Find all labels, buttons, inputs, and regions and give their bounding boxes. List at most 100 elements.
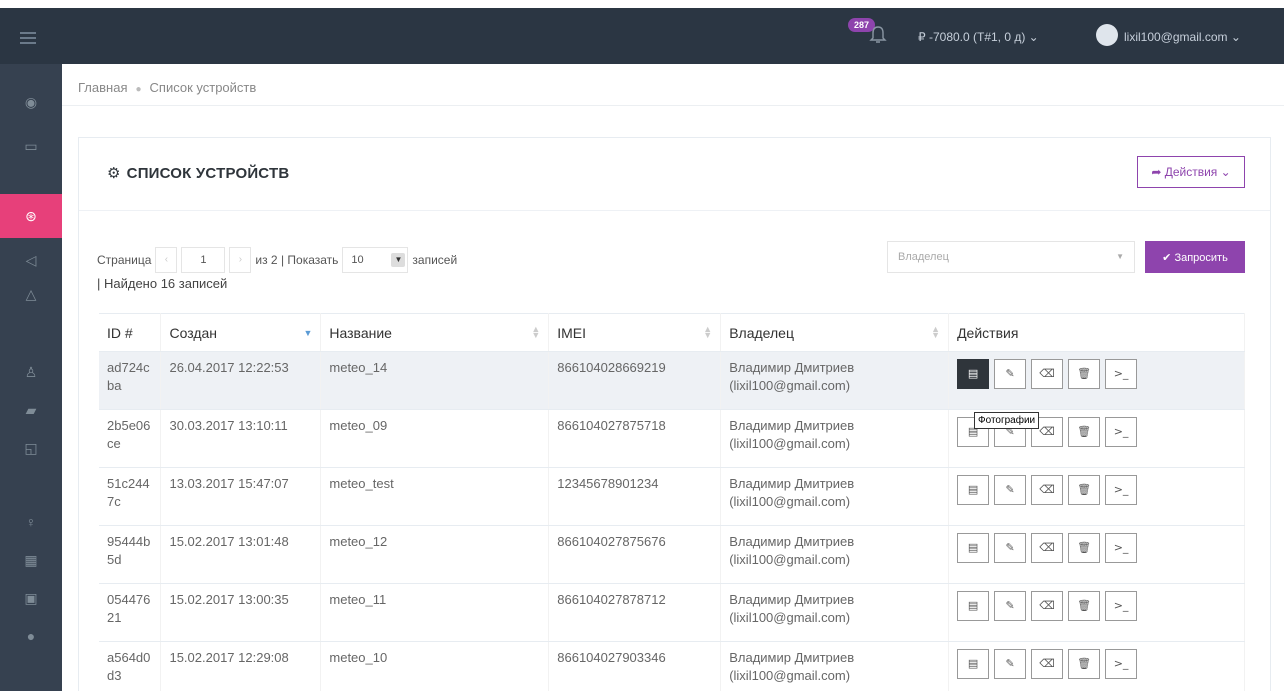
table-row[interactable]: 2b5e06ce 30.03.2017 13:10:11 meteo_09 86…	[99, 409, 1245, 468]
cell-owner: Владимир Дмитриев (lixil100@gmail.com)	[720, 583, 950, 642]
cell-created: 15.02.2017 13:01:48	[160, 525, 322, 584]
delete-button[interactable]: 🗑	[1068, 417, 1101, 447]
console-button[interactable]: >_	[1105, 417, 1138, 447]
pagination: Страница ‹ 1 › из 2 | Показать 10 ▼ запис…	[97, 246, 457, 291]
photos-button[interactable]: ▤	[957, 533, 990, 563]
edit-button[interactable]: ✎	[994, 359, 1027, 389]
devices-portlet: ⚙ СПИСОК УСТРОЙСТВ ➦ Действия ⌄ Страница …	[78, 137, 1271, 691]
sort-icon: ▲ ▼	[931, 324, 941, 340]
dashboard-icon[interactable]: ◉	[0, 80, 62, 124]
photos-button[interactable]: ▤	[957, 359, 990, 389]
erase-button[interactable]: ⌫	[1031, 359, 1064, 389]
chat-icon[interactable]: ◱	[0, 426, 62, 470]
cell-id: 2b5e06ce	[99, 409, 162, 468]
page-of-label: из 2 | Показать	[255, 253, 339, 267]
owner-placeholder: Владелец	[898, 251, 949, 263]
cell-name: meteo_09	[320, 409, 550, 468]
devices-table: ID # Создан ▼ Название ▲ ▼ IMEI ▲ ▼ Владелец ▲…	[99, 313, 1245, 691]
cell-imei: 866104028669219	[548, 351, 722, 410]
avatar[interactable]	[1096, 24, 1118, 46]
edit-button[interactable]: ✎	[994, 591, 1027, 621]
col-header-owner[interactable]: Владелец ▲ ▼	[720, 313, 950, 352]
per-page-value: 10	[351, 254, 364, 266]
owner-select[interactable]: Владелец ▼	[887, 241, 1135, 273]
records-label: записей	[412, 253, 458, 267]
actions-button[interactable]: ➦ Действия ⌄	[1137, 156, 1245, 188]
cell-name: meteo_11	[320, 583, 550, 642]
balance-dropdown[interactable]: ₽ -7080.0 (T#1, 0 д) ⌄	[918, 30, 1039, 44]
next-page-button[interactable]: ›	[229, 247, 252, 273]
info-icon[interactable]: ●	[0, 614, 62, 658]
edit-button[interactable]: ✎	[994, 475, 1027, 505]
cell-imei: 866104027875718	[548, 409, 722, 468]
col-header-imei[interactable]: IMEI ▲ ▼	[548, 313, 722, 352]
erase-button[interactable]: ⌫	[1031, 533, 1064, 563]
console-button[interactable]: >_	[1105, 533, 1138, 563]
table-row[interactable]: 51c2447c 13.03.2017 15:47:07 meteo_test …	[99, 467, 1245, 526]
cell-created: 15.02.2017 12:29:08	[160, 641, 322, 691]
page-title-text: СПИСОК УСТРОЙСТВ	[126, 165, 290, 182]
cell-id: ad724cba	[99, 351, 162, 410]
cell-name: meteo_test	[320, 467, 550, 526]
table-row[interactable]: 95444b5d 15.02.2017 13:01:48 meteo_12 86…	[99, 525, 1245, 584]
console-button[interactable]: >_	[1105, 475, 1138, 505]
menu-toggle-icon[interactable]	[20, 32, 36, 44]
cell-imei: 12345678901234	[548, 467, 722, 526]
cell-actions: ▤ ✎ ⌫ 🗑 >_	[948, 467, 1245, 526]
found-count: | Найдено 16 записей	[97, 276, 228, 291]
table-row[interactable]: a564d0d3 15.02.2017 12:29:08 meteo_10 86…	[99, 641, 1245, 691]
console-button[interactable]: >_	[1105, 649, 1138, 679]
cell-id: 51c2447c	[99, 467, 162, 526]
delete-button[interactable]: 🗑	[1068, 649, 1101, 679]
cell-owner: Владимир Дмитриев (lixil100@gmail.com)	[720, 641, 950, 691]
console-button[interactable]: >_	[1105, 591, 1138, 621]
cell-created: 30.03.2017 13:10:11	[160, 409, 322, 468]
erase-button[interactable]: ⌫	[1031, 649, 1064, 679]
user-menu[interactable]: lixil100@gmail.com ⌄	[1124, 30, 1241, 44]
sort-icon: ▲ ▼	[703, 324, 713, 340]
tooltip: Фотографии	[974, 412, 1040, 429]
divider	[62, 105, 1284, 106]
delete-button[interactable]: 🗑	[1068, 591, 1101, 621]
monitor-icon[interactable]: ▭	[0, 124, 62, 168]
query-button[interactable]: ✔ Запросить	[1145, 241, 1245, 273]
edit-button[interactable]: ✎	[994, 649, 1027, 679]
cell-actions: ▤ ✎ ⌫ 🗑 >_	[948, 583, 1245, 642]
erase-button[interactable]: ⌫	[1031, 591, 1064, 621]
table-row[interactable]: 05447621 15.02.2017 13:00:35 meteo_11 86…	[99, 583, 1245, 642]
table-header-row: ID # Создан ▼ Название ▲ ▼ IMEI ▲ ▼ Владелец ▲…	[99, 313, 1245, 352]
delete-button[interactable]: 🗑	[1068, 475, 1101, 505]
cell-id: a564d0d3	[99, 641, 162, 691]
col-header-id[interactable]: ID #	[99, 313, 162, 352]
cell-actions: ▤ ✎ ⌫ 🗑 >_	[948, 641, 1245, 691]
page-input[interactable]: 1	[181, 247, 226, 273]
cell-imei: 866104027878712	[548, 583, 722, 642]
col-header-name[interactable]: Название ▲ ▼	[320, 313, 550, 352]
cell-imei: 866104027875676	[548, 525, 722, 584]
delete-button[interactable]: 🗑	[1068, 359, 1101, 389]
cell-id: 95444b5d	[99, 525, 162, 584]
bell-side-icon[interactable]: △	[0, 272, 62, 316]
prev-page-button[interactable]: ‹	[155, 247, 178, 273]
col-header-created[interactable]: Создан ▼	[160, 313, 322, 352]
sort-icon: ▲ ▼	[531, 324, 541, 340]
devices-icon[interactable]: ⊛	[0, 194, 62, 238]
breadcrumb-home[interactable]: Главная	[78, 80, 127, 95]
table-row[interactable]: ad724cba 26.04.2017 12:22:53 meteo_14 86…	[99, 351, 1245, 410]
cell-owner: Владимир Дмитриев (lixil100@gmail.com)	[720, 351, 950, 410]
edit-button[interactable]: ✎	[994, 533, 1027, 563]
divider	[79, 210, 1270, 211]
per-page-select[interactable]: 10 ▼	[342, 247, 409, 273]
erase-button[interactable]: ⌫	[1031, 475, 1064, 505]
delete-button[interactable]: 🗑	[1068, 533, 1101, 563]
breadcrumb: Главная ● Список устройств	[78, 80, 256, 95]
breadcrumb-separator: ●	[135, 84, 142, 95]
bell-icon[interactable]	[868, 24, 894, 48]
photos-button[interactable]: ▤	[957, 475, 990, 505]
photos-button[interactable]: ▤	[957, 591, 990, 621]
console-button[interactable]: >_	[1105, 359, 1138, 389]
cell-name: meteo_14	[320, 351, 550, 410]
cell-name: meteo_10	[320, 641, 550, 691]
top-bar	[0, 8, 1284, 64]
photos-button[interactable]: ▤	[957, 649, 990, 679]
